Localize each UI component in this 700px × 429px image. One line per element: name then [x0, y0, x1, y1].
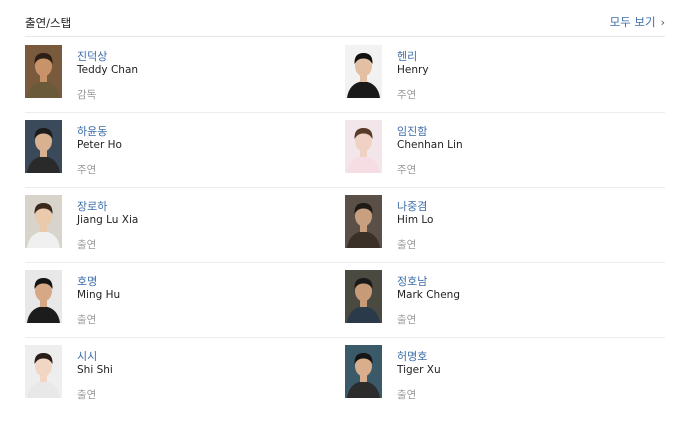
cast-member[interactable]: 호명 Ming Hu 출연: [25, 270, 325, 345]
cast-role: 출연: [77, 239, 97, 251]
cast-korean-name[interactable]: 진덕상: [77, 48, 107, 64]
cast-member[interactable]: 진덕상 Teddy Chan 감독: [25, 45, 325, 120]
cast-member[interactable]: 임진함 Chenhan Lin 주연: [345, 120, 645, 195]
cast-member[interactable]: 허명호 Tiger Xu 출연: [345, 345, 645, 420]
cast-korean-name[interactable]: 시시: [77, 348, 97, 364]
cast-english-name: Jiang Lu Xia: [77, 214, 139, 226]
cast-row: 호명 Ming Hu 출연 정호남 Mark Cheng 출연: [25, 262, 665, 338]
chevron-right-icon: ›: [660, 15, 665, 29]
profile-photo[interactable]: [25, 45, 62, 98]
cast-english-name: Chenhan Lin: [397, 139, 463, 151]
cast-member[interactable]: 헨리 Henry 주연: [345, 45, 645, 120]
profile-photo[interactable]: [25, 270, 62, 323]
profile-photo[interactable]: [345, 120, 382, 173]
cast-english-name: Mark Cheng: [397, 289, 460, 301]
cast-role: 출연: [397, 239, 417, 251]
profile-photo[interactable]: [345, 270, 382, 323]
view-all-label: 모두 보기: [609, 15, 656, 29]
profile-photo[interactable]: [345, 345, 382, 398]
cast-row: 하윤동 Peter Ho 주연 임진함 Chenhan Lin 주연: [25, 112, 665, 188]
cast-role: 출연: [77, 314, 97, 326]
cast-korean-name[interactable]: 호명: [77, 273, 97, 289]
cast-korean-name[interactable]: 장로하: [77, 198, 107, 214]
cast-role: 주연: [397, 164, 417, 176]
cast-korean-name[interactable]: 나중겸: [397, 198, 427, 214]
cast-english-name: Tiger Xu: [397, 364, 441, 376]
cast-role: 주연: [397, 89, 417, 101]
cast-english-name: Him Lo: [397, 214, 434, 226]
cast-member[interactable]: 하윤동 Peter Ho 주연: [25, 120, 325, 195]
cast-row: 시시 Shi Shi 출연 허명호 Tiger Xu 출연: [25, 337, 665, 412]
profile-photo[interactable]: [345, 45, 382, 98]
cast-english-name: Shi Shi: [77, 364, 113, 376]
profile-photo[interactable]: [25, 345, 62, 398]
cast-row: 장로하 Jiang Lu Xia 출연 나중겸 Him Lo 출연: [25, 187, 665, 263]
cast-row: 진덕상 Teddy Chan 감독 헨리 Henry 주연: [25, 37, 665, 113]
cast-member[interactable]: 시시 Shi Shi 출연: [25, 345, 325, 420]
cast-role: 출연: [397, 389, 417, 401]
cast-role: 출연: [397, 314, 417, 326]
cast-english-name: Peter Ho: [77, 139, 122, 151]
cast-english-name: Ming Hu: [77, 289, 121, 301]
cast-korean-name[interactable]: 임진함: [397, 123, 427, 139]
profile-photo[interactable]: [25, 120, 62, 173]
profile-photo[interactable]: [25, 195, 62, 248]
cast-korean-name[interactable]: 하윤동: [77, 123, 107, 139]
cast-korean-name[interactable]: 헨리: [397, 48, 417, 64]
profile-photo[interactable]: [345, 195, 382, 248]
cast-english-name: Henry: [397, 64, 429, 76]
view-all-link[interactable]: 모두 보기 ›: [610, 14, 665, 30]
cast-member[interactable]: 장로하 Jiang Lu Xia 출연: [25, 195, 325, 270]
cast-korean-name[interactable]: 허명호: [397, 348, 427, 364]
cast-role: 출연: [77, 389, 97, 401]
cast-member[interactable]: 정호남 Mark Cheng 출연: [345, 270, 645, 345]
cast-english-name: Teddy Chan: [77, 64, 139, 76]
section-title: 출연/스탭: [25, 16, 72, 30]
cast-role: 주연: [77, 164, 97, 176]
cast-member[interactable]: 나중겸 Him Lo 출연: [345, 195, 645, 270]
section-header: 출연/스탭 모두 보기 ›: [25, 8, 665, 37]
cast-korean-name[interactable]: 정호남: [397, 273, 427, 289]
cast-role: 감독: [77, 89, 97, 101]
